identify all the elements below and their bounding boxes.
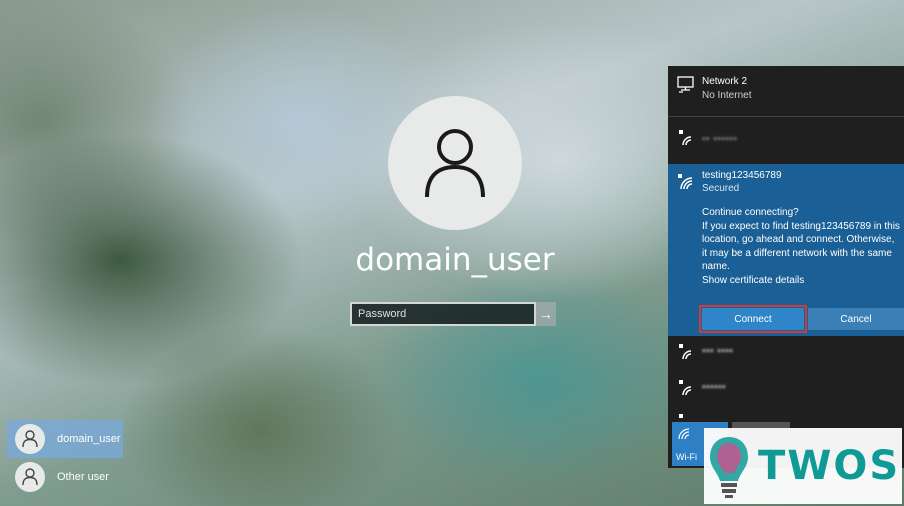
wifi-secured-icon (679, 344, 692, 360)
password-input[interactable] (350, 302, 536, 326)
user-avatar-icon (15, 462, 45, 492)
ethernet-icon (677, 76, 694, 93)
network-flyout: Network 2 No Internet •• •••••• testing1… (668, 66, 904, 468)
user-icon (425, 129, 485, 198)
user-avatar-large (388, 96, 522, 230)
network-name: testing123456789 (702, 170, 782, 181)
submit-password-button[interactable]: → (535, 302, 556, 326)
network-status: No Internet (702, 90, 752, 101)
watermark-text: TWOS (758, 443, 901, 489)
user-item-label: domain_user (57, 433, 121, 445)
divider (668, 116, 904, 117)
password-row: → (350, 302, 556, 326)
user-avatar-icon (15, 424, 45, 454)
show-certificate-link[interactable]: Show certificate details (702, 274, 900, 288)
wifi-icon (678, 428, 690, 440)
user-item-domain-user[interactable]: domain_user (7, 420, 123, 458)
network-item-selected[interactable]: testing123456789 Secured Continue connec… (668, 164, 904, 336)
connect-button[interactable]: Connect (699, 305, 807, 333)
prompt-body: If you expect to find testing123456789 i… (702, 220, 900, 273)
network-name: Network 2 (702, 76, 748, 87)
arrow-right-icon: → (538, 306, 553, 322)
connect-prompt: Continue connecting? If you expect to fi… (702, 206, 900, 287)
wifi-secured-icon (679, 380, 692, 396)
wifi-secured-icon (679, 130, 692, 146)
user-switcher: domain_user Other user (7, 420, 123, 496)
login-username: domain_user (355, 242, 555, 278)
watermark-logo: TWOS (704, 428, 902, 504)
prompt-title: Continue connecting? (702, 207, 799, 218)
network-name: •• •••••• (702, 134, 738, 145)
user-item-other-user[interactable]: Other user (7, 458, 123, 496)
network-status: Secured (702, 183, 740, 194)
user-item-label: Other user (57, 471, 109, 483)
network-name: •••••• (702, 382, 727, 393)
network-name: ••• •••• (702, 346, 734, 357)
lock-screen: domain_user → domain_user Other user Net… (0, 0, 904, 506)
wifi-secured-icon (678, 174, 693, 190)
cancel-button[interactable]: Cancel (808, 308, 904, 330)
lightbulb-icon (710, 437, 748, 498)
wifi-tile-label: Wi-Fi (676, 452, 697, 462)
